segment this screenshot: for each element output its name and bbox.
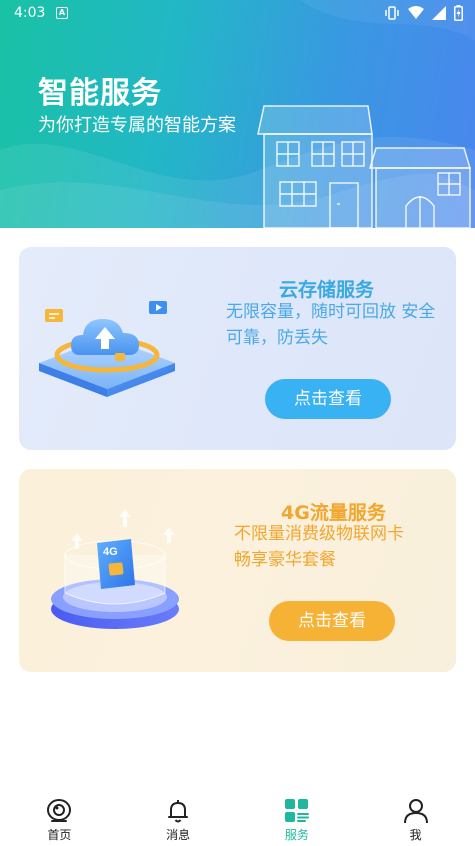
service-grid-icon: [284, 799, 309, 822]
camera-icon: [47, 799, 72, 822]
4g-data-description-line1: 不限量消费级物联网卡: [234, 524, 404, 544]
cloud-storage-illustration: [39, 301, 175, 397]
cloud-storage-title: 云存储服务: [279, 279, 375, 301]
4g-data-description: 不限量消费级物联网卡 畅享豪华套餐: [234, 521, 434, 573]
vibrate-icon: [385, 6, 399, 20]
hero-banner: 4:03 A 智能服务 为你打造专属的智能方案: [0, 0, 475, 228]
cloud-storage-view-button[interactable]: 点击查看: [265, 379, 391, 419]
nav-item-me[interactable]: 我: [356, 786, 475, 846]
cloud-storage-card[interactable]: 云存储服务 无限容量，随时可回放 安全可靠，防丢失 点击查看: [19, 247, 456, 450]
nav-item-home[interactable]: 首页: [0, 786, 119, 846]
4g-data-view-button[interactable]: 点击查看: [269, 601, 395, 641]
house-illustration: [257, 105, 472, 228]
nav-label-me: 我: [409, 828, 422, 842]
nav-item-services[interactable]: 服务: [238, 786, 357, 846]
4g-sim-illustration: 4G: [51, 509, 179, 629]
page-subtitle: 为你打造专属的智能方案: [38, 115, 236, 136]
battery-icon: [454, 5, 463, 21]
4g-data-description-line2: 畅享豪华套餐: [234, 550, 336, 570]
cloud-storage-description: 无限容量，随时可回放 安全可靠，防丢失: [226, 302, 436, 348]
4g-data-card[interactable]: 4G 4G流量服务 不限量消费级物联网卡 畅享豪华套餐 点击查看: [19, 469, 456, 672]
nav-item-messages[interactable]: 消息: [119, 786, 238, 846]
person-icon: [403, 799, 428, 824]
status-bar: 4:03 A: [0, 0, 475, 28]
4g-chip-label: 4G: [103, 546, 118, 558]
notification-badge-icon: A: [56, 7, 68, 19]
nav-label-home: 首页: [47, 828, 72, 842]
wifi-icon: [408, 6, 424, 19]
signal-icon: [432, 6, 446, 20]
nav-label-services: 服务: [284, 828, 309, 842]
status-time: 4:03: [14, 5, 46, 21]
page-title: 智能服务: [38, 76, 162, 111]
nav-label-messages: 消息: [166, 828, 191, 842]
bell-icon: [168, 800, 189, 823]
bottom-nav: 首页 消息 服务 我: [0, 786, 475, 846]
